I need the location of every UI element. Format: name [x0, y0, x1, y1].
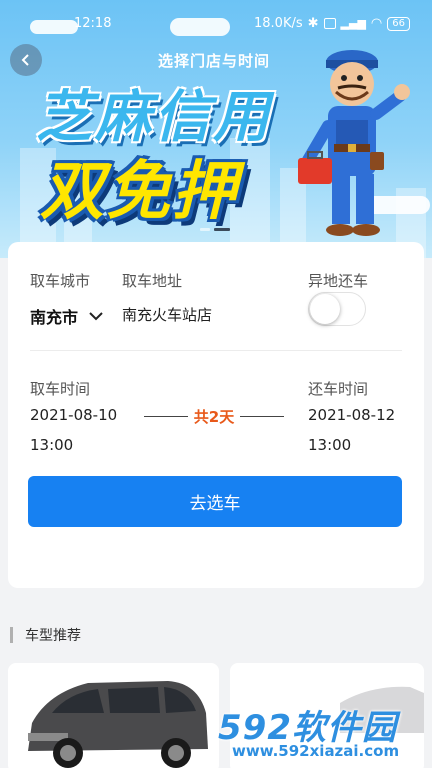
return-time-label: 还车时间 [308, 380, 369, 398]
duration-text: 共2天 [193, 408, 235, 426]
chevron-left-icon [21, 54, 29, 66]
return-datetime[interactable]: 2021-08-12 13:00 [308, 406, 408, 462]
site-watermark: 592软件园 www.592xiazai.com [218, 700, 430, 766]
return-date: 2021-08-12 [308, 406, 396, 424]
carousel-dot-active [214, 228, 230, 231]
choose-car-button[interactable]: 去选车 [28, 476, 402, 527]
pickup-date: 2021-08-10 [30, 406, 118, 424]
network-speed: 18.0K/s [254, 16, 303, 31]
pickup-city-label: 取车城市 [30, 272, 91, 290]
wifi-icon: ◠ [370, 16, 383, 31]
car-card[interactable] [8, 663, 219, 768]
pickup-address-value[interactable]: 南充火车站店 [122, 304, 212, 325]
battery-icon: 66 [387, 16, 410, 31]
carousel-indicator [200, 228, 230, 231]
pickup-city-select[interactable]: 南充市 [30, 304, 104, 328]
carousel-dot [200, 228, 210, 231]
booking-card: 取车城市 取车地址 异地还车 南充市 南充火车站店 取车时间 还车时间 2021… [8, 242, 424, 588]
section-marker [10, 627, 13, 643]
mechanic-illustration [298, 50, 410, 236]
pickup-address-label: 取车地址 [122, 272, 183, 290]
pickup-time: 13:00 [30, 436, 74, 454]
toggle-knob [310, 294, 340, 324]
promo-banner[interactable]: 12:18 18.0K/s ✱ ▂▄▆ ◠ 66 选择门店与时间 芝麻信用 双免… [0, 0, 432, 258]
divider [30, 350, 402, 351]
pickup-time-label: 取车时间 [30, 380, 91, 398]
banner-subtitle: 选择门店与时间 [158, 52, 271, 70]
banner-headline-deposit: 双免押 [40, 155, 238, 229]
minivan-image [28, 681, 208, 768]
watermark-url: www.592xiazai.com [232, 742, 400, 760]
return-time: 13:00 [308, 436, 352, 454]
pickup-city-value: 南充市 [30, 308, 79, 327]
mute-icon [323, 18, 336, 29]
status-time: 12:18 [74, 16, 112, 31]
return-elsewhere-label: 异地还车 [308, 272, 369, 290]
chevron-down-icon [89, 312, 103, 321]
pickup-datetime[interactable]: 2021-08-10 13:00 [30, 406, 130, 462]
signal-icon: ▂▄▆ [340, 17, 366, 30]
rental-duration: 共2天 [144, 406, 284, 427]
bluetooth-icon: ✱ [307, 16, 319, 31]
return-elsewhere-toggle[interactable] [308, 292, 366, 326]
section-title: 车型推荐 [25, 628, 81, 644]
section-recommend: 车型推荐 [10, 626, 81, 644]
